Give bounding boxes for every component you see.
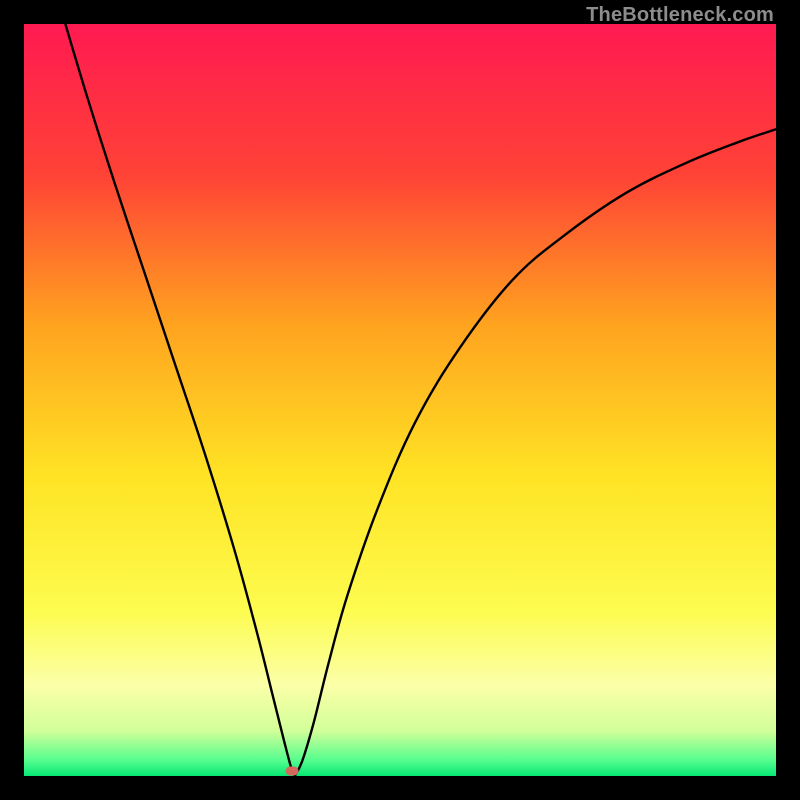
curve-left-branch: [65, 24, 294, 776]
minimum-marker: [286, 767, 299, 776]
watermark-label: TheBottleneck.com: [586, 4, 774, 27]
plot-area: [24, 24, 776, 776]
curve-right-branch: [295, 129, 776, 776]
curve-layer: [24, 24, 776, 776]
chart-frame: TheBottleneck.com: [0, 0, 800, 800]
